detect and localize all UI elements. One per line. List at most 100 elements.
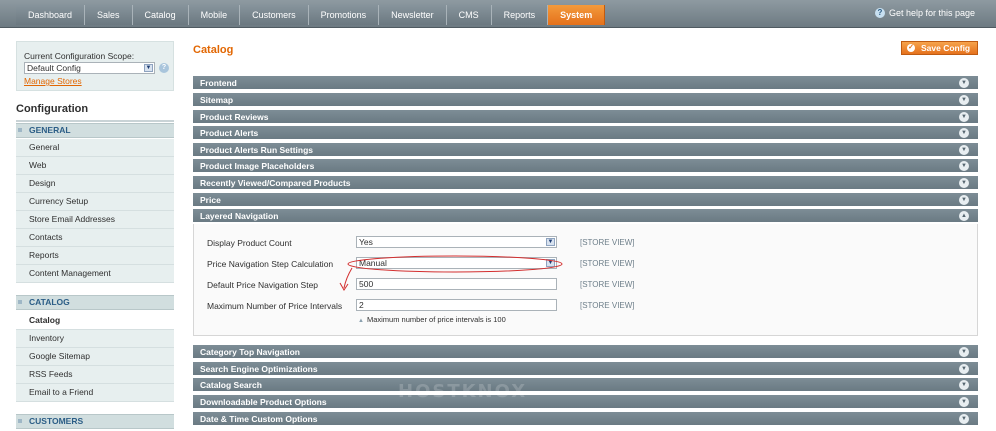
sidebar-item-email-to-a-friend[interactable]: Email to a Friend (16, 384, 174, 402)
expand-icon[interactable]: ▼ (959, 195, 969, 205)
sidebar-item-general[interactable]: General (16, 139, 174, 157)
help-icon[interactable]: ? (159, 63, 169, 73)
sidebar-item-design[interactable]: Design (16, 175, 174, 193)
scope-tag: [STORE VIEW] (580, 238, 635, 247)
sidebar-heading: Configuration (16, 103, 89, 115)
scope-tag: [STORE VIEW] (580, 301, 635, 310)
section-label: Downloadable Product Options (200, 397, 327, 407)
manage-stores-link[interactable]: Manage Stores (24, 76, 82, 86)
scope-label: Current Configuration Scope: (24, 51, 135, 61)
expand-icon[interactable]: ▼ (959, 364, 969, 374)
section-product-image-placeholders[interactable]: Product Image Placeholders ▼ (193, 159, 978, 173)
checkmark-icon: ✓ (907, 44, 915, 52)
section-price[interactable]: Price ▼ (193, 193, 978, 207)
section-product-alerts[interactable]: Product Alerts ▼ (193, 126, 978, 140)
expand-icon[interactable]: ▼ (959, 95, 969, 105)
sidebar-item-reports[interactable]: Reports (16, 247, 174, 265)
sidebar-item-currency-setup[interactable]: Currency Setup (16, 193, 174, 211)
expand-icon[interactable]: ▼ (959, 347, 969, 357)
sidebar-item-catalog[interactable]: Catalog (16, 312, 174, 330)
scope-tag: [STORE VIEW] (580, 259, 635, 268)
save-config-button[interactable]: ✓ Save Config (901, 41, 978, 55)
watermark: HOSTKNOX (398, 381, 528, 402)
expand-icon[interactable]: ▼ (959, 414, 969, 424)
top-navigation: Dashboard Sales Catalog Mobile Customers… (0, 0, 996, 28)
section-product-alerts-run-settings[interactable]: Product Alerts Run Settings ▼ (193, 143, 978, 157)
menu-newsletter[interactable]: Newsletter (379, 5, 447, 25)
section-label: Price (200, 195, 221, 205)
main-menu: Dashboard Sales Catalog Mobile Customers… (16, 5, 606, 26)
max-price-intervals-value: 2 (359, 300, 364, 310)
scope-value: Default Config (27, 63, 81, 73)
menu-reports[interactable]: Reports (491, 5, 549, 25)
display-product-count-value: Yes (359, 237, 373, 247)
sidebar-item-web[interactable]: Web (16, 157, 174, 175)
sidebar-item-google-sitemap[interactable]: Google Sitemap (16, 348, 174, 366)
help-link[interactable]: ? Get help for this page (874, 8, 975, 18)
section-layered-navigation[interactable]: Layered Navigation ▲ (193, 209, 978, 223)
section-label: Search Engine Optimizations (200, 364, 318, 374)
menu-mobile[interactable]: Mobile (188, 5, 241, 25)
chevron-down-icon: ▼ (144, 64, 153, 72)
section-search-engine-optimizations[interactable]: Search Engine Optimizations ▼ (193, 362, 978, 376)
sidebar-item-inventory[interactable]: Inventory (16, 330, 174, 348)
expand-icon[interactable]: ▼ (959, 397, 969, 407)
section-label: Product Alerts (200, 128, 259, 138)
display-product-count-label: Display Product Count (207, 238, 292, 248)
menu-sales[interactable]: Sales (85, 5, 133, 25)
sidebar-item-contacts[interactable]: Contacts (16, 229, 174, 247)
sidebar-group-general[interactable]: GENERAL (16, 123, 174, 138)
section-label: Catalog Search (200, 380, 262, 390)
section-category-top-navigation[interactable]: Category Top Navigation ▼ (193, 345, 978, 359)
scope-select[interactable]: Default Config ▼ (24, 62, 155, 74)
expand-icon[interactable]: ▼ (959, 380, 969, 390)
section-frontend[interactable]: Frontend ▼ (193, 76, 978, 90)
sidebar-group-customers[interactable]: CUSTOMERS (16, 414, 174, 429)
default-price-step-label: Default Price Navigation Step (207, 280, 319, 290)
section-label: Layered Navigation (200, 211, 279, 221)
question-icon: ? (874, 8, 885, 18)
section-date-time-custom-options[interactable]: Date & Time Custom Options ▼ (193, 412, 978, 426)
menu-customers[interactable]: Customers (240, 5, 309, 25)
section-label: Product Alerts Run Settings (200, 145, 314, 155)
sidebar-group-catalog[interactable]: CATALOG (16, 295, 174, 310)
section-label: Frontend (200, 78, 237, 88)
menu-dashboard[interactable]: Dashboard (16, 5, 86, 25)
collapse-icon[interactable]: ▲ (959, 211, 969, 221)
section-label: Date & Time Custom Options (200, 414, 318, 424)
menu-cms[interactable]: CMS (446, 5, 492, 25)
sidebar-item-content-management[interactable]: Content Management (16, 265, 174, 283)
section-recently-viewed-compared[interactable]: Recently Viewed/Compared Products ▼ (193, 176, 978, 190)
chevron-down-icon: ▼ (546, 259, 555, 267)
section-label: Product Image Placeholders (200, 161, 315, 171)
section-product-reviews[interactable]: Product Reviews ▼ (193, 110, 978, 124)
max-price-intervals-label: Maximum Number of Price Intervals (207, 301, 343, 311)
price-step-calculation-value: Manual (359, 258, 387, 268)
display-product-count-select[interactable]: Yes ▼ (356, 236, 557, 248)
price-step-calculation-select[interactable]: Manual ▼ (356, 257, 557, 269)
expand-icon[interactable]: ▼ (959, 145, 969, 155)
menu-catalog[interactable]: Catalog (132, 5, 189, 25)
menu-system[interactable]: System (548, 5, 606, 25)
section-label: Sitemap (200, 95, 234, 105)
help-label: Get help for this page (888, 8, 975, 18)
expand-icon[interactable]: ▼ (959, 78, 969, 88)
expand-icon[interactable]: ▼ (959, 128, 969, 138)
section-catalog-search[interactable]: Catalog Search ▼ (193, 378, 978, 392)
section-sitemap[interactable]: Sitemap ▼ (193, 93, 978, 107)
scope-tag: [STORE VIEW] (580, 280, 635, 289)
expand-icon[interactable]: ▼ (959, 112, 969, 122)
sidebar-item-store-email-addresses[interactable]: Store Email Addresses (16, 211, 174, 229)
sidebar-item-rss-feeds[interactable]: RSS Feeds (16, 366, 174, 384)
price-step-calculation-label: Price Navigation Step Calculation (207, 259, 334, 269)
section-label: Recently Viewed/Compared Products (200, 178, 351, 188)
section-downloadable-product-options[interactable]: Downloadable Product Options ▼ (193, 395, 978, 409)
divider (16, 120, 174, 122)
scope-switcher: Current Configuration Scope: Default Con… (16, 41, 174, 91)
expand-icon[interactable]: ▼ (959, 161, 969, 171)
expand-icon[interactable]: ▼ (959, 178, 969, 188)
menu-promotions[interactable]: Promotions (308, 5, 380, 25)
default-price-step-input[interactable]: 500 (356, 278, 557, 290)
default-price-step-value: 500 (359, 279, 374, 289)
max-price-intervals-input[interactable]: 2 (356, 299, 557, 311)
